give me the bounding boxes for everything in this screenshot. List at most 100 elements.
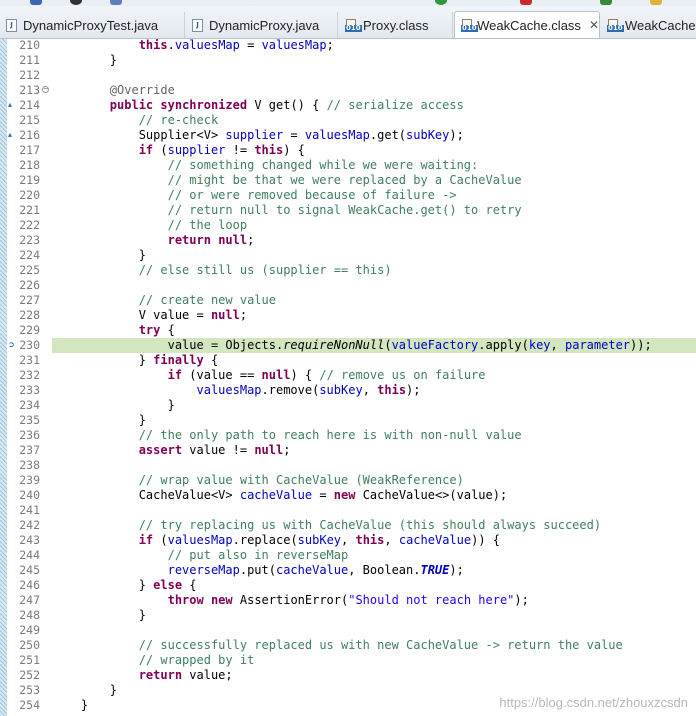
code-text[interactable]: reverseMap.put(cacheValue, Boolean.TRUE)…	[52, 563, 696, 578]
tab-proxy-class[interactable]: 010 Proxy.class	[339, 12, 453, 38]
code-text[interactable]	[52, 503, 696, 518]
code-text[interactable]	[52, 278, 696, 293]
line-number[interactable]: 229	[18, 323, 40, 338]
line-number[interactable]: 253	[18, 683, 40, 698]
code-line[interactable]: 229 try {	[0, 323, 696, 338]
code-line[interactable]: 248 }	[0, 608, 696, 623]
code-line[interactable]: 221 // return null to signal WeakCache.g…	[0, 203, 696, 218]
code-line[interactable]: 220 // or were removed because of failur…	[0, 188, 696, 203]
tab-dynamic-proxy-test[interactable]: J DynamicProxyTest.java	[0, 12, 185, 38]
code-line[interactable]: 237 assert value != null;	[0, 443, 696, 458]
code-text[interactable]: public synchronized V get() { // seriali…	[52, 98, 696, 113]
code-text[interactable]: // try replacing us with CacheValue (thi…	[52, 518, 696, 533]
code-line[interactable]: 247 throw new AssertionError("Should not…	[0, 593, 696, 608]
line-number[interactable]: 219	[18, 173, 40, 188]
close-icon[interactable]: ✕	[589, 18, 599, 32]
line-number[interactable]: 251	[18, 653, 40, 668]
line-number[interactable]: 254	[18, 698, 40, 713]
code-line[interactable]: 213− @Override	[0, 83, 696, 98]
tab-dynamic-proxy[interactable]: J DynamicProxy.java	[186, 12, 338, 38]
code-text[interactable]: // re-check	[52, 113, 696, 128]
line-number[interactable]: 247	[18, 593, 40, 608]
toolbar-icon[interactable]	[600, 0, 612, 5]
line-number[interactable]: 220	[18, 188, 40, 203]
code-line[interactable]: 230 ➲ value = Objects.requireNonNull(valu…	[0, 338, 696, 353]
line-number[interactable]: 243	[18, 533, 40, 548]
code-text[interactable]: // the only path to reach here is with n…	[52, 428, 696, 443]
code-text[interactable]: @Override	[52, 83, 696, 98]
code-line[interactable]: 252 return value;	[0, 668, 696, 683]
code-text[interactable]: if (value == null) { // remove us on fai…	[52, 368, 696, 383]
toolbar-icon[interactable]	[650, 0, 662, 5]
toolbar-icon[interactable]	[70, 0, 82, 5]
code-line[interactable]: 211 }	[0, 53, 696, 68]
code-text[interactable]: // or were removed because of failure ->	[52, 188, 696, 203]
code-line[interactable]: 251 // wrapped by it	[0, 653, 696, 668]
code-line[interactable]: 235 }	[0, 413, 696, 428]
line-number[interactable]: 215	[18, 113, 40, 128]
code-text[interactable]: assert value != null;	[52, 443, 696, 458]
code-text[interactable]: }	[52, 608, 696, 623]
code-text[interactable]: }	[52, 398, 696, 413]
line-number[interactable]: 242	[18, 518, 40, 533]
code-line[interactable]: 212	[0, 68, 696, 83]
toolbar-icon[interactable]	[520, 0, 532, 5]
line-number[interactable]: 214	[18, 98, 40, 113]
code-line[interactable]: 233 valuesMap.remove(subKey, this);	[0, 383, 696, 398]
code-line[interactable]: 219 // might be that we were replaced by…	[0, 173, 696, 188]
line-number[interactable]: 228	[18, 308, 40, 323]
line-number[interactable]: 213	[18, 83, 40, 98]
code-text[interactable]: // else still us (supplier == this)	[52, 263, 696, 278]
code-text[interactable]: V value = null;	[52, 308, 696, 323]
code-line[interactable]: 239 // wrap value with CacheValue (WeakR…	[0, 473, 696, 488]
code-line[interactable]: 249	[0, 623, 696, 638]
code-line[interactable]: 214 ▴ public synchronized V get() { // se…	[0, 98, 696, 113]
code-line[interactable]: 215 // re-check	[0, 113, 696, 128]
code-text[interactable]: throw new AssertionError("Should not rea…	[52, 593, 696, 608]
code-line[interactable]: 245 reverseMap.put(cacheValue, Boolean.T…	[0, 563, 696, 578]
line-number[interactable]: 226	[18, 278, 40, 293]
line-number[interactable]: 241	[18, 503, 40, 518]
line-number[interactable]: 233	[18, 383, 40, 398]
code-text[interactable]: // put also in reverseMap	[52, 548, 696, 563]
line-number[interactable]: 212	[18, 68, 40, 83]
code-text[interactable]: // might be that we were replaced by a C…	[52, 173, 696, 188]
code-line[interactable]: 240 CacheValue<V> cacheValue = new Cache…	[0, 488, 696, 503]
code-line[interactable]: 234 }	[0, 398, 696, 413]
toolbar-icon[interactable]	[435, 0, 447, 5]
line-number[interactable]: 244	[18, 548, 40, 563]
line-number[interactable]: 221	[18, 203, 40, 218]
code-line[interactable]: 222 // the loop	[0, 218, 696, 233]
code-line[interactable]: 232 if (value == null) { // remove us on…	[0, 368, 696, 383]
line-number[interactable]: 217	[18, 143, 40, 158]
code-text[interactable]: } finally {	[52, 353, 696, 368]
line-number[interactable]: 218	[18, 158, 40, 173]
line-number[interactable]: 225	[18, 263, 40, 278]
line-number[interactable]: 249	[18, 623, 40, 638]
code-text[interactable]: return null;	[52, 233, 696, 248]
line-number[interactable]: 223	[18, 233, 40, 248]
code-line[interactable]: 224 }	[0, 248, 696, 263]
code-line[interactable]: 241	[0, 503, 696, 518]
tab-weakcache-s[interactable]: 010 WeakCacheS	[601, 12, 696, 38]
code-line[interactable]: 225 // else still us (supplier == this)	[0, 263, 696, 278]
line-number[interactable]: 246	[18, 578, 40, 593]
code-text[interactable]: // create new value	[52, 293, 696, 308]
code-line[interactable]: 238	[0, 458, 696, 473]
code-line[interactable]: 223 return null;	[0, 233, 696, 248]
code-line[interactable]: 231 } finally {	[0, 353, 696, 368]
code-text[interactable]	[52, 68, 696, 83]
code-line[interactable]: 216 ▴ Supplier<V> supplier = valuesMap.ge…	[0, 128, 696, 143]
line-number[interactable]: 238	[18, 458, 40, 473]
code-text[interactable]: Supplier<V> supplier = valuesMap.get(sub…	[52, 128, 696, 143]
line-number[interactable]: 240	[18, 488, 40, 503]
code-text[interactable]: // successfully replaced us with new Cac…	[52, 638, 696, 653]
line-number[interactable]: 234	[18, 398, 40, 413]
line-number[interactable]: 216	[18, 128, 40, 143]
code-text[interactable]: // wrapped by it	[52, 653, 696, 668]
code-line[interactable]: 246 } else {	[0, 578, 696, 593]
code-line[interactable]: 228 V value = null;	[0, 308, 696, 323]
code-text[interactable]: }	[52, 413, 696, 428]
line-number[interactable]: 224	[18, 248, 40, 263]
line-number[interactable]: 232	[18, 368, 40, 383]
